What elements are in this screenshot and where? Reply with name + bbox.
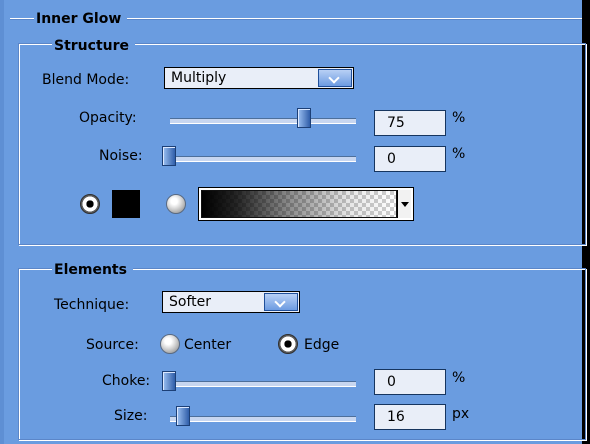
noise-unit: % [452,146,466,162]
noise-input[interactable]: 0 [374,146,446,172]
blend-mode-value: Multiply [171,70,227,86]
size-unit: px [452,406,470,422]
structure-title: Structure [52,38,136,54]
choke-value: 0 [387,374,396,390]
chevron-down-icon[interactable] [318,69,352,87]
noise-slider-track[interactable] [170,156,356,162]
elements-title: Elements [52,262,133,278]
left-border [0,0,4,444]
noise-label: Noise: [99,148,143,164]
solid-color-radio[interactable] [80,194,100,214]
technique-value: Softer [169,294,211,310]
size-slider-track[interactable] [170,416,356,422]
blend-mode-label: Blend Mode: [42,72,130,88]
source-edge-radio[interactable] [278,334,298,354]
choke-slider-thumb[interactable] [162,371,176,391]
opacity-value: 75 [387,115,405,131]
gradient-preview [201,190,397,218]
choke-input[interactable]: 0 [374,369,446,395]
chevron-down-icon[interactable] [264,293,298,311]
source-edge-label: Edge [304,337,340,353]
size-value: 16 [387,409,405,425]
gradient-radio[interactable] [166,194,186,214]
source-center-label: Center [184,337,232,353]
blend-mode-dropdown[interactable]: Multiply [164,67,354,89]
choke-unit: % [452,370,466,386]
gradient-dropdown-icon[interactable] [397,190,411,218]
choke-slider-track[interactable] [170,381,356,387]
inner-glow-title: Inner Glow [34,11,128,27]
opacity-unit: % [452,110,466,126]
opacity-slider-track[interactable] [170,118,356,124]
elements-group [18,268,586,440]
size-label: Size: [114,408,148,424]
inner-glow-dialog: Inner Glow Structure Blend Mode: Multipl… [0,0,590,444]
solid-color-swatch[interactable] [112,190,140,218]
gradient-picker[interactable] [198,187,414,221]
source-center-radio[interactable] [160,334,180,354]
size-slider-thumb[interactable] [176,406,191,426]
opacity-label: Opacity: [79,110,137,126]
technique-label: Technique: [54,297,130,313]
noise-value: 0 [387,151,396,167]
opacity-slider-thumb[interactable] [297,108,311,128]
technique-dropdown[interactable]: Softer [162,291,300,313]
noise-slider-thumb[interactable] [162,146,176,166]
opacity-input[interactable]: 75 [374,110,446,136]
choke-label: Choke: [102,373,151,389]
source-label: Source: [86,337,139,353]
size-input[interactable]: 16 [374,404,446,430]
